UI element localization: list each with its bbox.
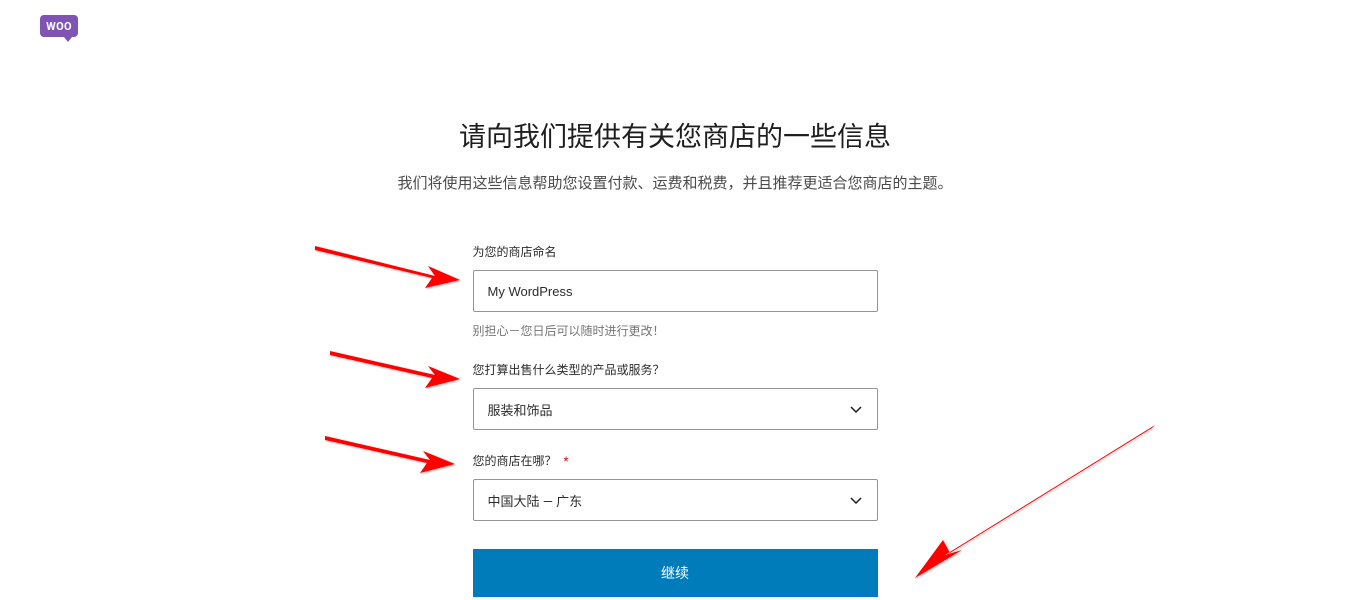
store-location-select[interactable]: 中国大陆 — 广东: [473, 479, 878, 521]
store-name-hint: 别担心－您日后可以随时进行更改！: [473, 322, 878, 339]
page-title: 请向我们提供有关您商店的一些信息: [0, 115, 1350, 154]
continue-button-label: 继续: [661, 563, 689, 583]
product-type-label: 您打算出售什么类型的产品或服务？: [473, 361, 878, 378]
store-location-label-text: 您的商店在哪？: [473, 454, 557, 468]
store-location-value: 中国大陆 — 广东: [488, 491, 583, 510]
continue-button[interactable]: 继续: [473, 549, 878, 597]
logo-text: WOO: [46, 20, 72, 33]
required-asterisk: *: [564, 454, 569, 468]
chevron-down-icon: [849, 402, 863, 416]
woo-logo: WOO: [40, 15, 78, 37]
product-type-value: 服装和饰品: [488, 400, 553, 419]
main-content: 请向我们提供有关您商店的一些信息 我们将使用这些信息帮助您设置付款、运费和税费，…: [0, 115, 1350, 597]
product-type-group: 您打算出售什么类型的产品或服务？ 服装和饰品: [473, 361, 878, 430]
store-name-input[interactable]: [473, 270, 878, 312]
page-subtitle: 我们将使用这些信息帮助您设置付款、运费和税费，并且推荐更适合您商店的主题。: [0, 172, 1350, 193]
store-name-label: 为您的商店命名: [473, 243, 878, 260]
store-location-label: 您的商店在哪？ *: [473, 452, 878, 469]
chevron-down-icon: [849, 493, 863, 507]
form-container: 为您的商店命名 别担心－您日后可以随时进行更改！ 您打算出售什么类型的产品或服务…: [473, 243, 878, 597]
store-name-group: 为您的商店命名 别担心－您日后可以随时进行更改！: [473, 243, 878, 339]
store-location-group: 您的商店在哪？ * 中国大陆 — 广东: [473, 452, 878, 521]
product-type-select[interactable]: 服装和饰品: [473, 388, 878, 430]
